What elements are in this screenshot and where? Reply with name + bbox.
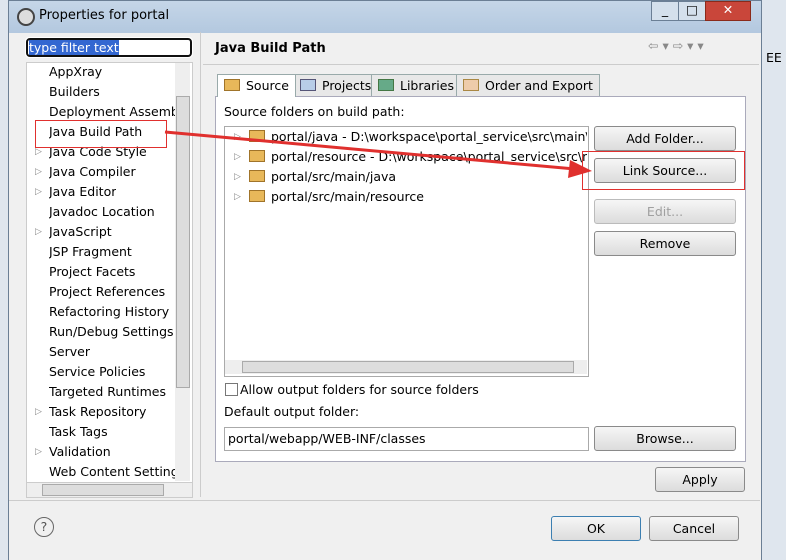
annotation-arrow — [164, 130, 592, 178]
tab-label: Source — [246, 78, 289, 93]
tab-source[interactable]: Source — [217, 74, 296, 97]
